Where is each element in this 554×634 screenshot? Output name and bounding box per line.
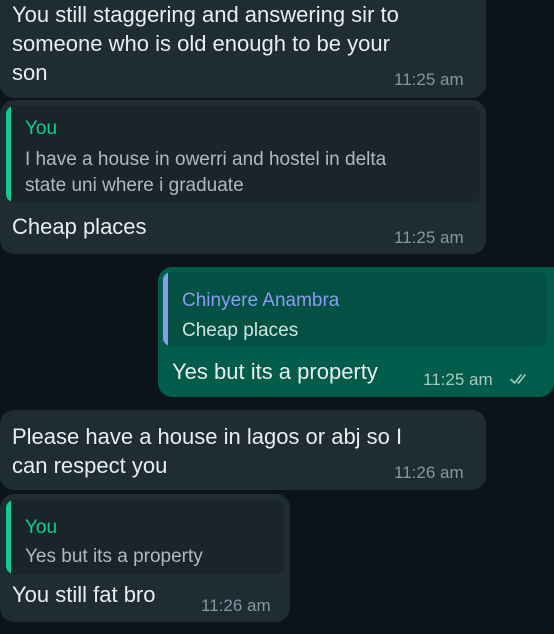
message-timestamp: 11:25 am — [394, 70, 464, 89]
message-text: Yes but its a property — [172, 359, 378, 384]
incoming-message[interactable]: You still staggering and answering sir t… — [0, 0, 486, 98]
quoted-message[interactable]: Chinyere Anambra Cheap places — [163, 272, 547, 346]
quote-accent-bar — [163, 272, 168, 346]
message-text: You still fat bro — [12, 582, 156, 607]
message-timestamp: 11:25 am — [394, 228, 464, 247]
incoming-reply-message[interactable]: You Yes but its a property You still fat… — [0, 494, 290, 622]
quote-accent-bar — [6, 106, 11, 202]
quoted-message[interactable]: You Yes but its a property — [6, 500, 284, 574]
incoming-message[interactable]: Please have a house in lagos or abj so I… — [0, 410, 486, 490]
outgoing-reply-message[interactable]: Chinyere Anambra Cheap places Yes but it… — [158, 267, 554, 397]
double-check-icon — [510, 374, 526, 384]
quote-accent-bar — [6, 500, 11, 574]
incoming-reply-message[interactable]: You I have a house in owerri and hostel … — [0, 100, 486, 254]
message-timestamp: 11:25 am — [423, 370, 493, 389]
message-timestamp: 11:26 am — [394, 463, 464, 482]
quote-author: Chinyere Anambra — [182, 290, 340, 311]
quote-text: Yes but its a property — [25, 546, 203, 567]
quote-author: You — [25, 517, 58, 538]
message-timestamp: 11:26 am — [201, 596, 271, 615]
quote-text: I have a house in owerri and hostel in d… — [25, 149, 387, 196]
quoted-message[interactable]: You I have a house in owerri and hostel … — [6, 106, 480, 202]
message-text: Cheap places — [12, 214, 147, 239]
quote-author: You — [25, 118, 58, 139]
quote-text: Cheap places — [182, 320, 299, 341]
